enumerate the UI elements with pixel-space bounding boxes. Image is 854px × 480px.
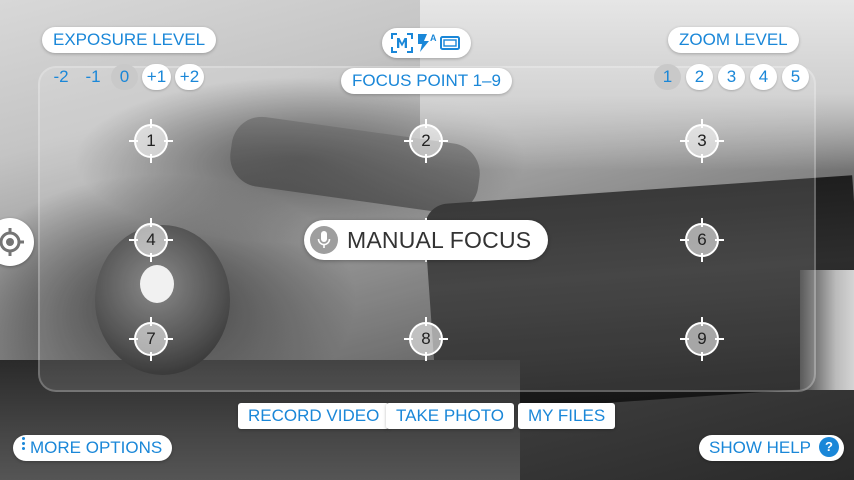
focus-point-number: 8 (421, 329, 431, 348)
focus-point-target[interactable]: 9 (679, 316, 725, 362)
camera-modes: A (382, 28, 471, 58)
show-help-label: SHOW HELP (709, 438, 812, 457)
exposure-option[interactable]: +1 (142, 64, 171, 90)
exposure-option[interactable]: +2 (175, 64, 204, 90)
show-help-button[interactable]: SHOW HELP? (699, 435, 845, 461)
exposure-level-title: EXPOSURE LEVEL (42, 27, 217, 53)
zoom-level-title: ZOOM LEVEL (668, 27, 799, 53)
microphone-icon[interactable] (310, 226, 338, 254)
gps-target-icon (0, 228, 24, 256)
exposure-option[interactable]: -1 (78, 64, 108, 90)
focus-point-target[interactable]: 3 (679, 118, 725, 164)
aspect-ratio-icon[interactable] (439, 33, 461, 53)
focus-point-number: 2 (421, 131, 431, 150)
auto-flash-icon[interactable]: A (415, 33, 437, 53)
take-photo-button[interactable]: TAKE PHOTO (386, 403, 515, 429)
focus-point-number: 3 (697, 131, 707, 150)
zoom-option[interactable]: 2 (686, 64, 713, 90)
zoom-option[interactable]: 3 (718, 64, 745, 90)
manual-mode-icon[interactable] (391, 33, 413, 53)
zoom-option[interactable]: 4 (750, 64, 777, 90)
focus-point-number: 6 (697, 230, 707, 249)
focus-point-title: FOCUS POINT 1–9 (341, 68, 512, 94)
more-options-label: MORE OPTIONS (30, 438, 163, 457)
focus-point-number: 4 (146, 230, 156, 249)
zoom-option[interactable]: 5 (782, 64, 809, 90)
focus-point-target[interactable]: 6 (679, 217, 725, 263)
focus-point-number: 1 (146, 131, 156, 150)
focus-point-target[interactable]: 1 (128, 118, 174, 164)
focus-point-target[interactable]: 8 (403, 316, 449, 362)
focus-point-target[interactable]: 7 (128, 316, 174, 362)
flash-auto-badge: A (430, 33, 437, 43)
exposure-option[interactable]: -2 (46, 64, 76, 90)
exposure-option-selected[interactable]: 0 (111, 64, 138, 90)
record-video-button[interactable]: RECORD VIDEO (238, 403, 390, 429)
focus-point-number: 7 (146, 329, 156, 348)
manual-focus-label: MANUAL FOCUS (347, 227, 532, 253)
focus-point-number: 9 (697, 329, 707, 348)
zoom-option-selected[interactable]: 1 (654, 64, 681, 90)
manual-focus-button[interactable]: MANUAL FOCUS (304, 220, 548, 260)
focus-point-target[interactable]: 4 (128, 217, 174, 263)
focus-point-target[interactable]: 2 (403, 118, 449, 164)
more-vertical-icon (22, 435, 26, 452)
more-options-button[interactable]: MORE OPTIONS (13, 435, 173, 461)
help-icon: ? (819, 437, 840, 457)
my-files-button[interactable]: MY FILES (518, 403, 616, 429)
